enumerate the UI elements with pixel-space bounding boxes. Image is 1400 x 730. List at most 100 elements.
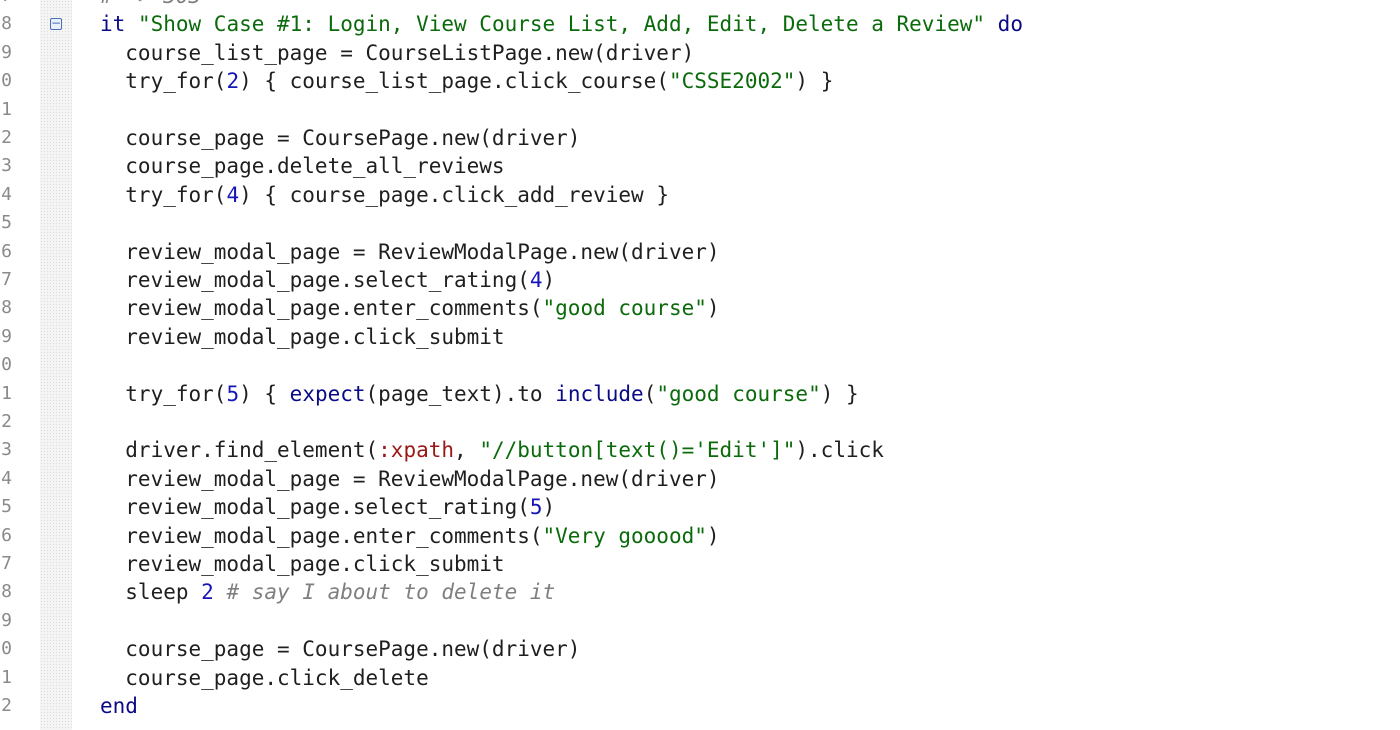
code-text: sleep 2 # say I about to delete it <box>100 578 555 606</box>
line-number: 4 <box>1 183 12 205</box>
code-text: review_modal_page.select_rating(4) <box>100 266 555 294</box>
code-text: course_page = CoursePage.new(driver) <box>100 635 580 663</box>
code-line[interactable]: 9 course_list_page = CourseListPage.new(… <box>0 39 1400 67</box>
line-number: 9 <box>1 41 12 63</box>
line-number: 2 <box>1 695 12 716</box>
code-line[interactable]: 4 review_modal_page = ReviewModalPage.ne… <box>0 465 1400 493</box>
line-number: 2 <box>1 411 12 432</box>
code-token: (page_text).to <box>365 381 556 406</box>
code-token: ) { course_page.click_add_review } <box>239 182 669 207</box>
comment-token: # say I about to delete it <box>226 580 556 605</box>
code-line[interactable]: 1 course_page.click_delete <box>0 664 1400 692</box>
code-text: review_modal_page = ReviewModalPage.new(… <box>100 465 720 493</box>
code-line[interactable]: 6 review_modal_page = ReviewModalPage.ne… <box>0 238 1400 266</box>
string-token: "Very gooood" <box>542 523 707 548</box>
line-number: 5 <box>1 212 12 234</box>
code-token: course_page = CoursePage.new(driver) <box>100 637 581 662</box>
code-token: ) <box>706 296 720 321</box>
code-line[interactable]: 3 course_page.delete_all_reviews <box>0 152 1400 180</box>
code-token: ) } <box>795 69 834 94</box>
keyword-token: expect <box>289 381 366 406</box>
code-text: it "Show Case #1: Login, View Course Lis… <box>100 10 1023 38</box>
code-editor[interactable]: 7 # => 303 8 − it "Show Case #1: Login, View… <box>0 0 1400 730</box>
keyword-token: do <box>985 12 1023 37</box>
code-line[interactable]: 2 <box>0 408 1400 436</box>
number-token: 2 <box>201 580 214 605</box>
code-line[interactable]: 2 end <box>0 692 1400 720</box>
line-number: 9 <box>1 325 12 347</box>
code-line[interactable]: 8 − it "Show Case #1: Login, View Course L… <box>0 10 1400 38</box>
keyword-token: include <box>555 381 644 406</box>
keyword-token: it <box>100 12 138 37</box>
code-text: course_page.click_delete <box>100 664 429 692</box>
line-number: 2 <box>1 127 12 148</box>
code-token: course_page = CoursePage.new(driver) <box>100 126 581 150</box>
code-line[interactable]: 9 <box>0 607 1400 635</box>
collapse-icon[interactable]: − <box>50 17 62 31</box>
code-line[interactable]: 1 <box>0 96 1400 124</box>
code-token: ).click <box>795 438 884 463</box>
line-number: 1 <box>1 98 12 120</box>
code-token: sleep <box>100 580 202 605</box>
code-token: , <box>454 438 480 463</box>
code-token: review_modal_page = ReviewModalPage.new(… <box>100 466 720 491</box>
code-line[interactable]: 5 <box>0 209 1400 237</box>
code-text: review_modal_page.select_rating(5) <box>100 493 555 521</box>
comment-token: # => 303 <box>100 0 201 8</box>
code-line[interactable]: 7 review_modal_page.select_rating(4) <box>0 266 1400 294</box>
code-text: # => 303 <box>100 0 201 10</box>
line-number: 3 <box>1 439 12 461</box>
code-token: ) { course_list_page.click_course( <box>239 69 669 94</box>
string-token: "CSSE2002" <box>668 69 796 94</box>
code-line[interactable]: 8 sleep 2 # say I about to delete it <box>0 578 1400 606</box>
code-line[interactable]: 0 try_for(2) { course_list_page.click_co… <box>0 67 1400 95</box>
line-number: 8 <box>1 581 12 603</box>
code-line[interactable]: 7 review_modal_page.click_submit <box>0 550 1400 578</box>
code-line[interactable]: 8 review_modal_page.enter_comments("good… <box>0 294 1400 322</box>
code-line[interactable]: 4 try_for(4) { course_page.click_add_rev… <box>0 181 1400 209</box>
code-text: driver.find_element(:xpath, "//button[te… <box>100 436 884 464</box>
line-number: 8 <box>1 13 12 35</box>
code-token: ) <box>706 523 720 548</box>
code-text: try_for(2) { course_list_page.click_cour… <box>100 67 833 95</box>
number-token: 4 <box>529 268 543 292</box>
line-number: 6 <box>1 240 12 262</box>
code-line[interactable]: 0 <box>0 351 1400 379</box>
line-number: 8 <box>1 297 12 319</box>
line-number: 0 <box>1 638 12 660</box>
keyword-token: end <box>100 694 138 718</box>
symbol-token: :xpath <box>378 438 455 463</box>
string-token: "good course" <box>656 381 821 406</box>
code-token: ( <box>643 381 657 406</box>
string-token: "//button[text()='Edit']" <box>479 438 796 463</box>
code-token: course_page.click_delete <box>100 665 429 690</box>
code-text: review_modal_page = ReviewModalPage.new(… <box>100 238 719 266</box>
code-text: end <box>100 692 138 720</box>
code-token: try_for( <box>100 381 227 406</box>
line-number: 5 <box>1 496 12 518</box>
line-number: 7 <box>1 269 12 290</box>
number-token: 5 <box>226 381 240 406</box>
code-line[interactable]: 9 review_modal_page.click_submit <box>0 323 1400 351</box>
code-line[interactable]: 5 review_modal_page.select_rating(5) <box>0 493 1400 521</box>
code-text: try_for(5) { expect(page_text).to includ… <box>100 380 858 408</box>
code-line[interactable]: 1 try_for(5) { expect(page_text).to incl… <box>0 380 1400 408</box>
number-token: 5 <box>529 495 543 520</box>
code-line[interactable]: 2 course_page = CoursePage.new(driver) <box>0 124 1400 152</box>
code-line[interactable]: 6 review_modal_page.enter_comments("Very… <box>0 522 1400 550</box>
code-token: review_modal_page.select_rating( <box>100 495 530 520</box>
code-token: ) { <box>239 381 290 406</box>
code-line[interactable]: 3 driver.find_element(:xpath, "//button[… <box>0 436 1400 464</box>
code-token: try_for( <box>100 182 227 207</box>
line-number: 1 <box>1 666 12 688</box>
code-line[interactable]: 7 # => 303 <box>0 0 1400 10</box>
code-token: review_modal_page.click_submit <box>100 324 505 349</box>
code-token: review_modal_page.click_submit <box>100 552 505 576</box>
code-token: course_list_page = CourseListPage.new(dr… <box>100 40 695 65</box>
code-token: review_modal_page.enter_comments( <box>100 296 543 321</box>
code-token: course_page.delete_all_reviews <box>100 154 505 179</box>
code-text: review_modal_page.enter_comments("Very g… <box>100 522 720 550</box>
line-number: 3 <box>1 155 12 177</box>
code-text: course_page.delete_all_reviews <box>100 152 505 180</box>
code-line[interactable]: 0 course_page = CoursePage.new(driver) <box>0 635 1400 663</box>
